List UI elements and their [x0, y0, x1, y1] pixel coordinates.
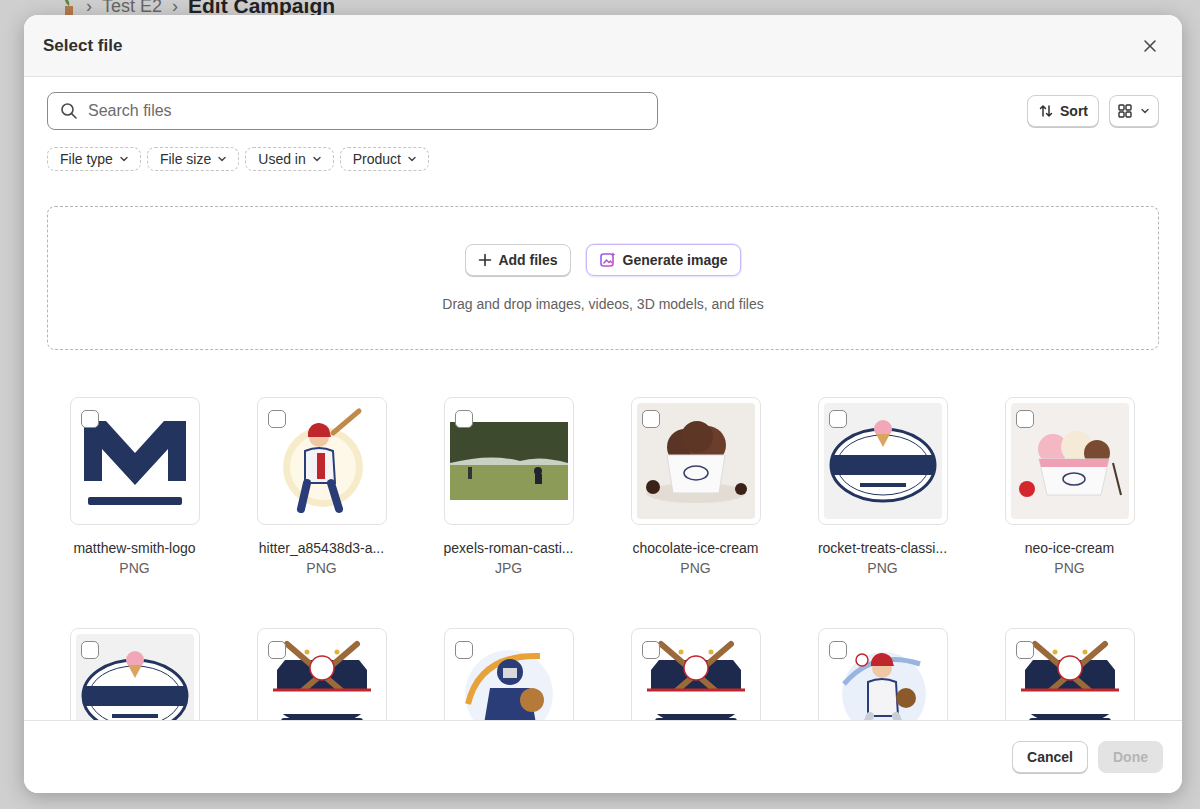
file-checkbox[interactable]: [455, 641, 473, 659]
filter-label: File size: [160, 151, 211, 167]
file-item[interactable]: hitter_a85438d3-a... PNG: [228, 397, 415, 576]
chevron-down-icon: [118, 153, 130, 165]
file-thumbnail[interactable]: [631, 628, 761, 720]
file-type: PNG: [119, 560, 149, 576]
file-checkbox[interactable]: [642, 641, 660, 659]
filter-label: File type: [60, 151, 113, 167]
filter-pill[interactable]: File type: [47, 147, 141, 171]
file-checkbox[interactable]: [1016, 641, 1034, 659]
file-name: rocket-treats-classi...: [818, 540, 947, 556]
file-checkbox[interactable]: [642, 410, 660, 428]
file-item[interactable]: [602, 628, 789, 720]
chevron-down-icon: [311, 153, 323, 165]
sort-icon: [1038, 103, 1054, 119]
button-label: Cancel: [1027, 749, 1073, 765]
done-button: Done: [1098, 741, 1163, 773]
file-item[interactable]: [415, 628, 602, 720]
toolbar: Sort: [47, 92, 1159, 130]
cancel-button[interactable]: Cancel: [1012, 741, 1088, 773]
file-thumbnail[interactable]: [444, 628, 574, 720]
filter-pill[interactable]: Product: [340, 147, 429, 171]
file-checkbox[interactable]: [829, 410, 847, 428]
filters: File type File size Used in Product: [47, 147, 1159, 171]
file-item[interactable]: [228, 628, 415, 720]
file-checkbox[interactable]: [81, 641, 99, 659]
generate-image-button[interactable]: Generate image: [586, 244, 741, 276]
file-thumbnail[interactable]: [1005, 397, 1135, 525]
chevron-down-icon: [216, 153, 228, 165]
file-name: pexels-roman-casti...: [444, 540, 574, 556]
file-type: JPG: [495, 560, 522, 576]
file-thumbnail[interactable]: [818, 628, 948, 720]
file-thumbnail[interactable]: [818, 397, 948, 525]
close-icon: [1142, 38, 1158, 54]
file-item[interactable]: [41, 628, 228, 720]
sort-label: Sort: [1060, 103, 1088, 119]
file-item[interactable]: matthew-smith-logo PNG: [41, 397, 228, 576]
dialog-footer: Cancel Done: [24, 720, 1182, 793]
file-checkbox[interactable]: [268, 410, 286, 428]
file-type: PNG: [867, 560, 897, 576]
file-thumbnail[interactable]: [1005, 628, 1135, 720]
close-button[interactable]: [1138, 34, 1162, 58]
sort-button[interactable]: Sort: [1027, 95, 1099, 127]
search-icon: [60, 102, 78, 120]
file-thumbnail[interactable]: [257, 397, 387, 525]
plus-icon: [478, 253, 492, 267]
file-type: PNG: [680, 560, 710, 576]
grid-icon: [1117, 103, 1133, 119]
select-file-dialog: Select file Sort File type File size Used in…: [24, 15, 1182, 793]
filter-label: Product: [353, 151, 401, 167]
dialog-title: Select file: [43, 36, 122, 56]
filter-pill[interactable]: File size: [147, 147, 239, 171]
file-thumbnail[interactable]: [70, 397, 200, 525]
filter-pill[interactable]: Used in: [245, 147, 333, 171]
button-label: Generate image: [623, 252, 728, 268]
store-icon: [62, 0, 76, 15]
view-controls: Sort: [1027, 95, 1159, 127]
file-item[interactable]: pexels-roman-casti... JPG: [415, 397, 602, 576]
dropzone-hint: Drag and drop images, videos, 3D models,…: [442, 296, 763, 312]
file-item[interactable]: [976, 628, 1163, 720]
dialog-body: Sort File type File size Used in Product Add …: [24, 77, 1182, 720]
file-thumbnail[interactable]: [444, 397, 574, 525]
add-files-button[interactable]: Add files: [465, 244, 570, 276]
file-item[interactable]: neo-ice-cream PNG: [976, 397, 1163, 576]
dropzone[interactable]: Add files Generate image Drag and drop ima…: [47, 206, 1159, 350]
file-name: hitter_a85438d3-a...: [259, 540, 384, 556]
search-field[interactable]: [47, 92, 658, 130]
file-name: chocolate-ice-cream: [632, 540, 758, 556]
file-type: PNG: [1054, 560, 1084, 576]
file-thumbnail[interactable]: [70, 628, 200, 720]
file-grid: matthew-smith-logoPNGhitter_a85438d3-a..…: [41, 397, 1159, 720]
file-checkbox[interactable]: [829, 641, 847, 659]
file-checkbox[interactable]: [81, 410, 99, 428]
file-name: matthew-smith-logo: [73, 540, 195, 556]
file-thumbnail[interactable]: [257, 628, 387, 720]
button-label: Add files: [498, 252, 557, 268]
file-item[interactable]: rocket-treats-classi... PNG: [789, 397, 976, 576]
file-item[interactable]: [789, 628, 976, 720]
sparkle-image-icon: [599, 251, 617, 269]
file-type: PNG: [306, 560, 336, 576]
view-toggle[interactable]: [1109, 95, 1159, 127]
chevron-down-icon: [406, 153, 418, 165]
chevron-down-icon: [1139, 105, 1151, 117]
search-input[interactable]: [86, 101, 645, 121]
file-checkbox[interactable]: [1016, 410, 1034, 428]
dialog-header: Select file: [24, 15, 1182, 77]
file-checkbox[interactable]: [455, 410, 473, 428]
file-thumbnail[interactable]: [631, 397, 761, 525]
button-label: Done: [1113, 749, 1148, 765]
dropzone-actions: Add files Generate image: [465, 244, 740, 276]
file-item[interactable]: chocolate-ice-cream PNG: [602, 397, 789, 576]
filter-label: Used in: [258, 151, 305, 167]
file-checkbox[interactable]: [268, 641, 286, 659]
file-name: neo-ice-cream: [1025, 540, 1114, 556]
